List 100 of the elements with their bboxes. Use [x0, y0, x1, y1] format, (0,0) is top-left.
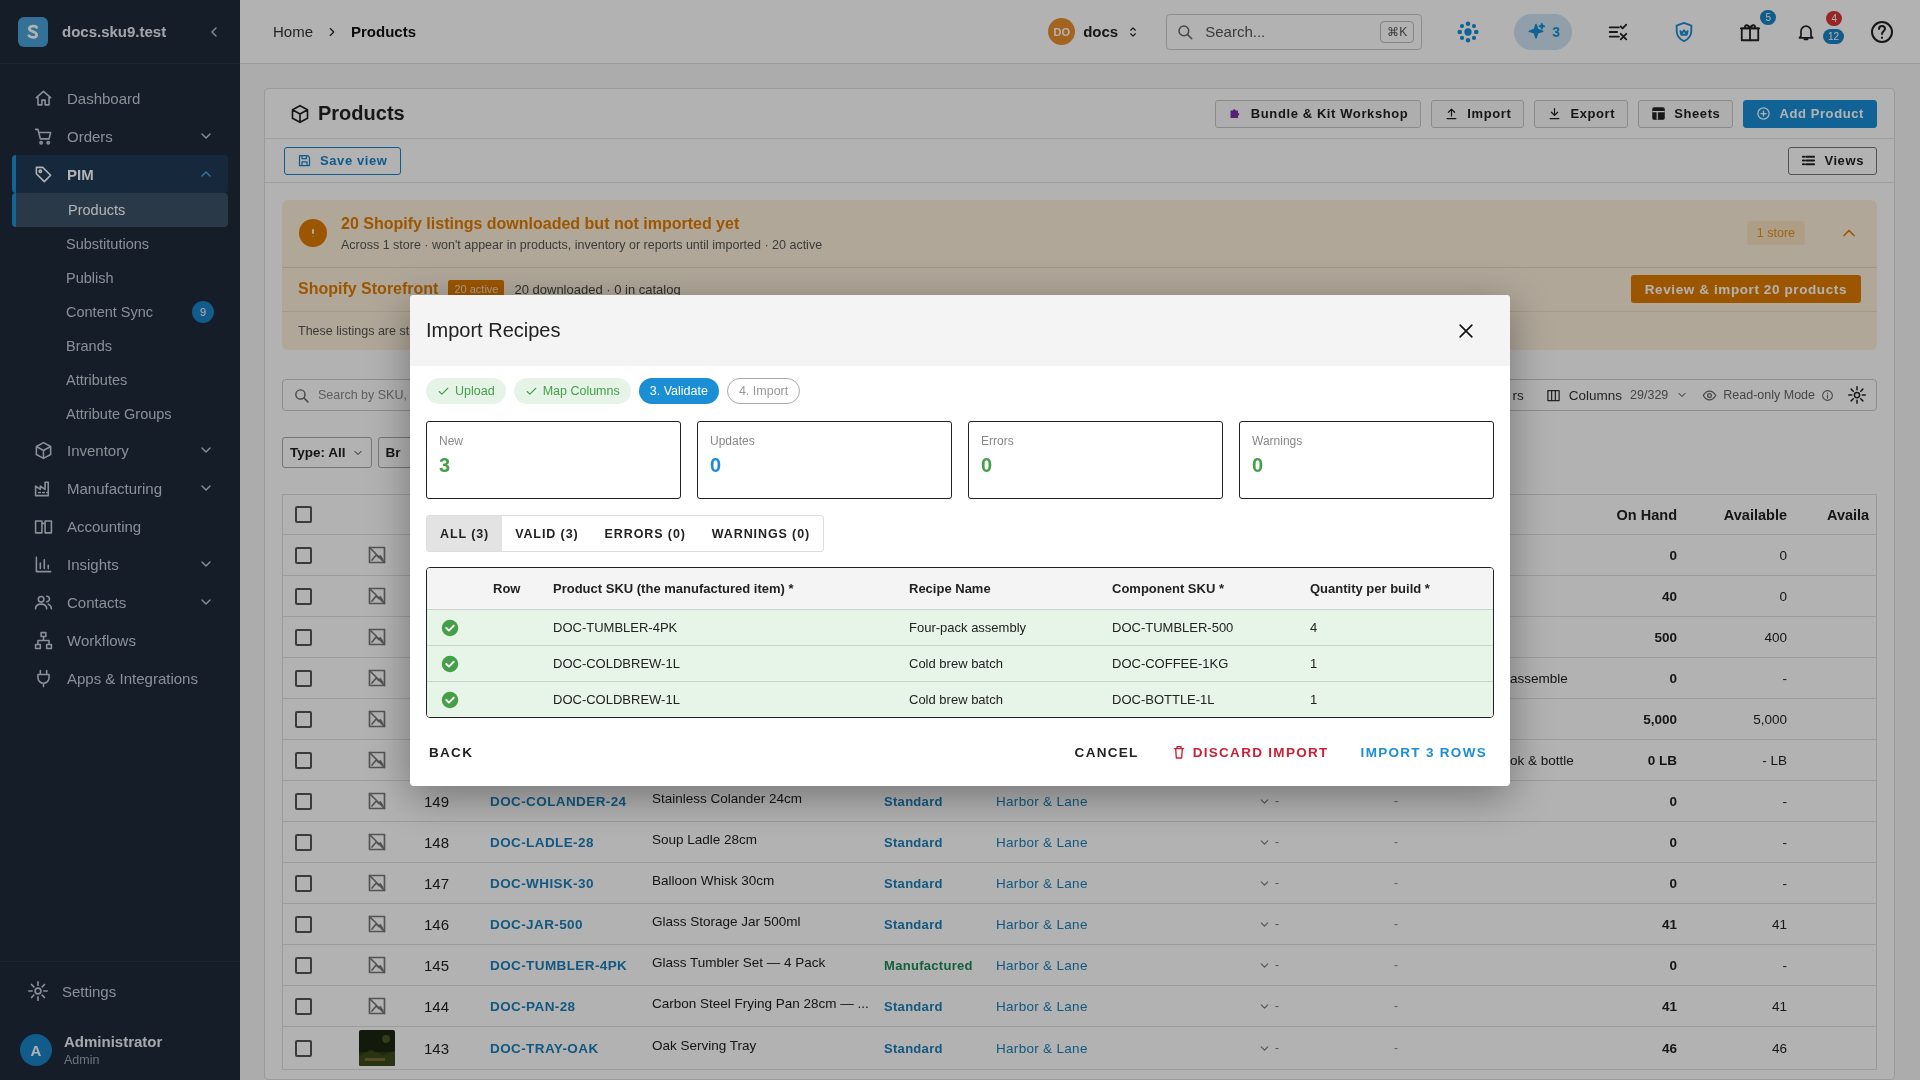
user-role: Admin	[64, 1053, 101, 1067]
table-cell-text: DOC-BOTTLE-1L	[1111, 692, 1216, 707]
sidebar-item[interactable]: Inventory	[12, 431, 228, 469]
shortcut-hint: ⌘K	[1380, 20, 1415, 43]
filter-tab[interactable]: WARNINGS (0)	[698, 516, 824, 551]
sparkle-burst-icon[interactable]	[1457, 20, 1480, 43]
table-cell-text: 41	[1770, 916, 1788, 932]
save-view-button[interactable]: Save view	[284, 146, 401, 175]
eye-icon	[1702, 387, 1718, 403]
brand-link[interactable]: Harbor & Lane	[984, 1040, 1246, 1056]
sku-link[interactable]: DOC-COLANDER-24	[478, 793, 640, 809]
row-checkbox[interactable]	[295, 669, 312, 687]
sidebar-item[interactable]: Dashboard	[12, 79, 228, 117]
sidebar-subitem[interactable]: Content Sync 9	[12, 295, 228, 329]
sidebar-subitem[interactable]: Substitutions	[12, 227, 228, 261]
table-cell-text: 0	[1778, 547, 1788, 563]
search-icon	[1176, 22, 1195, 41]
sidebar-item[interactable]: Insights	[12, 545, 228, 583]
action-button[interactable]: Export	[1534, 99, 1629, 128]
brand-link[interactable]: Harbor & Lane	[984, 916, 1246, 932]
sku-link[interactable]: DOC-PAN-28	[478, 998, 640, 1014]
sparkle-icon	[1526, 21, 1547, 42]
toolbar-text[interactable]: rs	[1512, 387, 1524, 403]
brand-link[interactable]: Harbor & Lane	[984, 875, 1246, 891]
breadcrumb-link[interactable]: Products	[351, 23, 417, 40]
row-checkbox[interactable]	[295, 997, 312, 1015]
sidebar-subitem[interactable]: Products	[12, 193, 228, 227]
shield-icon[interactable]	[1673, 20, 1695, 43]
column-header[interactable]: Availa	[1799, 506, 1876, 523]
settings-item[interactable]: Settings	[0, 962, 240, 1020]
brand-link[interactable]: Harbor & Lane	[984, 998, 1246, 1014]
sidebar-subitem[interactable]: Attribute Groups	[12, 397, 228, 431]
discard-import-button[interactable]: DISCARD IMPORT	[1159, 736, 1340, 768]
brand-link[interactable]: Harbor & Lane	[984, 793, 1246, 809]
row-checkbox[interactable]	[295, 956, 312, 974]
sku-link[interactable]: DOC-TRAY-OAK	[478, 1040, 640, 1056]
table-cell-text: DOC-TUMBLER-500	[1111, 620, 1235, 635]
read-only-toggle[interactable]: Read-only Mode	[1702, 387, 1834, 403]
table-cell-text: 0	[1778, 588, 1788, 604]
search-field[interactable]: Search by SKU,	[318, 388, 410, 402]
row-checkbox[interactable]	[295, 751, 312, 769]
sidebar-subitem[interactable]: Publish	[12, 261, 228, 295]
filter-tab[interactable]: ERRORS (0)	[591, 516, 699, 551]
no-image-icon	[366, 627, 387, 647]
cancel-button[interactable]: CANCEL	[1063, 736, 1150, 768]
no-image-icon	[366, 586, 387, 606]
sku-link[interactable]: DOC-LADLE-28	[478, 834, 640, 850]
brand-link[interactable]: Harbor & Lane	[984, 834, 1246, 850]
filter-tab[interactable]: ALL (3)	[427, 516, 503, 551]
row-checkbox[interactable]	[295, 833, 312, 851]
table-cell-text: - LB	[1761, 752, 1788, 768]
help-icon[interactable]	[1870, 19, 1894, 44]
import-rows-button[interactable]: IMPORT 3 ROWS	[1349, 736, 1498, 768]
sidebar-item[interactable]: Manufacturing	[12, 469, 228, 507]
table-cell: -	[1275, 958, 1279, 972]
sidebar-subitem[interactable]: Attributes	[12, 363, 228, 397]
sidebar-item[interactable]: Apps & Integrations	[12, 659, 228, 697]
table-cell-text: 145	[423, 956, 451, 974]
sidebar-item[interactable]: PIM	[12, 155, 228, 193]
row-checkbox[interactable]	[295, 1039, 312, 1057]
sku-link[interactable]: DOC-WHISK-30	[478, 875, 640, 891]
step-chip: 3. Validate	[638, 378, 719, 404]
select-all-checkbox[interactable]	[295, 506, 312, 523]
sidebar-item[interactable]: Accounting	[12, 507, 228, 545]
tag-icon	[34, 164, 53, 184]
action-button[interactable]: Add Product	[1743, 99, 1877, 128]
row-checkbox[interactable]	[295, 915, 312, 933]
filter-button[interactable]: Type: All	[282, 437, 372, 468]
hierarchy-icon	[34, 630, 53, 650]
filter-tab[interactable]: VALID (3)	[502, 516, 592, 551]
sidebar-item[interactable]: Contacts	[12, 583, 228, 621]
settings-icon[interactable]	[1848, 386, 1866, 404]
sku-link[interactable]: DOC-JAR-500	[478, 916, 640, 932]
row-checkbox[interactable]	[295, 628, 312, 646]
table-cell-text: 149	[423, 792, 451, 810]
type-label: Standard	[883, 875, 944, 891]
sidebar-item[interactable]: Orders	[12, 117, 228, 155]
row-checkbox[interactable]	[295, 587, 312, 605]
sidebar-subitem[interactable]: Brands	[12, 329, 228, 363]
columns-button[interactable]: Columns 29/329	[1545, 387, 1689, 403]
workspace-switcher[interactable]: DO docs	[1048, 18, 1141, 45]
table-cell-text: 0	[1668, 875, 1678, 891]
row-checkbox[interactable]	[295, 710, 312, 728]
sku-link[interactable]: DOC-TUMBLER-4PK	[478, 957, 640, 973]
column-header[interactable]: On Hand	[1602, 506, 1689, 523]
action-button[interactable]: Import	[1431, 99, 1525, 128]
table-cell-text: Glass Storage Jar 500ml	[651, 913, 802, 929]
views-button[interactable]: Views	[1788, 146, 1877, 175]
back-button[interactable]: BACK	[418, 736, 485, 768]
table-cell-text: 4	[1309, 620, 1319, 635]
column-header[interactable]: Available	[1689, 506, 1799, 523]
row-checkbox[interactable]	[295, 874, 312, 892]
action-button[interactable]: Bundle & Kit Workshop	[1214, 99, 1422, 128]
type-label: Standard	[883, 1040, 944, 1056]
brand-link[interactable]: Harbor & Lane	[984, 957, 1246, 973]
row-checkbox[interactable]	[295, 792, 312, 810]
sidebar-item[interactable]: Workflows	[12, 621, 228, 659]
action-button[interactable]: Sheets	[1638, 99, 1734, 128]
breadcrumb-link[interactable]: Home	[273, 23, 313, 40]
row-checkbox[interactable]	[295, 546, 312, 564]
